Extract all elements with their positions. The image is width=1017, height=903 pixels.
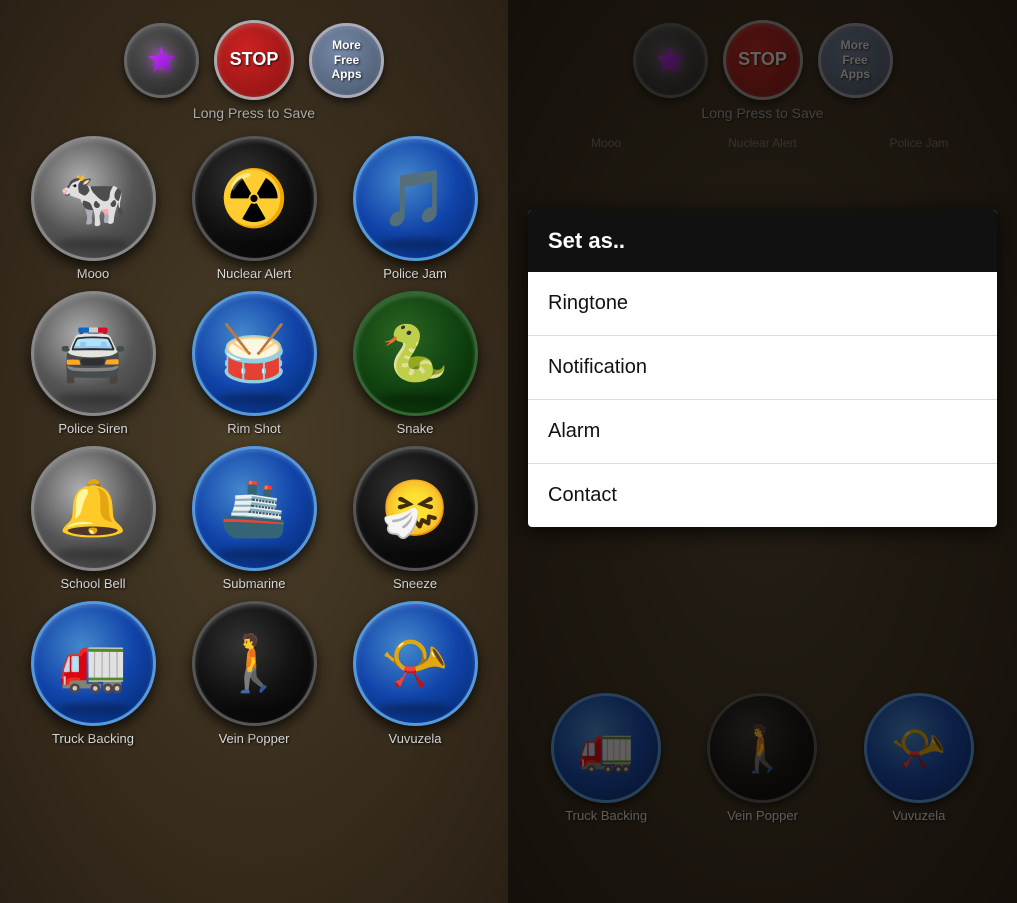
popup-menu: Set as.. Ringtone Notification Alarm Con…: [528, 210, 997, 527]
sound-item-mooo[interactable]: 🐄 Mooo: [15, 136, 171, 281]
more-apps-button[interactable]: MoreFreeApps: [309, 23, 384, 98]
police-siren-button[interactable]: 🚔: [31, 291, 156, 416]
police-jam-label: Police Jam: [383, 266, 447, 281]
snake-button[interactable]: 🐍: [353, 291, 478, 416]
mooo-button[interactable]: 🐄: [31, 136, 156, 261]
submarine-icon: 🚢: [220, 481, 288, 536]
sound-item-police-siren[interactable]: 🚔 Police Siren: [15, 291, 171, 436]
truck-backing-icon: 🚛: [59, 636, 127, 691]
snake-icon: 🐍: [381, 326, 449, 381]
long-press-hint: Long Press to Save: [193, 105, 315, 121]
nuclear-alert-icon: ☢️: [220, 171, 288, 226]
sound-item-truck-backing[interactable]: 🚛 Truck Backing: [15, 601, 171, 746]
right-panel: ★ STOP MoreFreeApps Long Press to Save M…: [508, 0, 1017, 903]
sound-item-school-bell[interactable]: 🔔 School Bell: [15, 446, 171, 591]
stop-label: STOP: [230, 50, 279, 70]
sound-item-nuclear-alert[interactable]: ☢️ Nuclear Alert: [176, 136, 332, 281]
star-icon: ★: [145, 39, 177, 81]
alarm-option[interactable]: Alarm: [528, 400, 997, 464]
stop-button[interactable]: STOP: [214, 20, 294, 100]
contact-option[interactable]: Contact: [528, 464, 997, 527]
notification-option[interactable]: Notification: [528, 336, 997, 400]
nuclear-alert-label: Nuclear Alert: [217, 266, 291, 281]
sneeze-icon: 🤧: [381, 481, 449, 536]
popup-header: Set as..: [528, 210, 997, 272]
mooo-label: Mooo: [77, 266, 110, 281]
sound-item-submarine[interactable]: 🚢 Submarine: [176, 446, 332, 591]
police-jam-icon: 🎵: [381, 171, 449, 226]
truck-backing-button[interactable]: 🚛: [31, 601, 156, 726]
vuvuzela-button[interactable]: 📯: [353, 601, 478, 726]
nuclear-alert-button[interactable]: ☢️: [192, 136, 317, 261]
vein-popper-button[interactable]: 🚶: [192, 601, 317, 726]
sound-item-sneeze[interactable]: 🤧 Sneeze: [337, 446, 493, 591]
submarine-button[interactable]: 🚢: [192, 446, 317, 571]
sneeze-label: Sneeze: [393, 576, 437, 591]
vuvuzela-icon: 📯: [381, 636, 449, 691]
more-apps-label: MoreFreeApps: [332, 38, 362, 81]
police-siren-icon: 🚔: [59, 326, 127, 381]
favorites-button[interactable]: ★: [124, 23, 199, 98]
mooo-icon: 🐄: [59, 171, 127, 226]
sound-item-vein-popper[interactable]: 🚶 Vein Popper: [176, 601, 332, 746]
vein-popper-icon: 🚶: [220, 636, 288, 691]
rim-shot-button[interactable]: 🥁: [192, 291, 317, 416]
sound-item-vuvuzela[interactable]: 📯 Vuvuzela: [337, 601, 493, 746]
submarine-label: Submarine: [223, 576, 286, 591]
sound-item-snake[interactable]: 🐍 Snake: [337, 291, 493, 436]
sound-item-police-jam[interactable]: 🎵 Police Jam: [337, 136, 493, 281]
snake-label: Snake: [397, 421, 434, 436]
school-bell-button[interactable]: 🔔: [31, 446, 156, 571]
police-siren-label: Police Siren: [58, 421, 127, 436]
vein-popper-label: Vein Popper: [219, 731, 290, 746]
rim-shot-label: Rim Shot: [227, 421, 280, 436]
sneeze-button[interactable]: 🤧: [353, 446, 478, 571]
toolbar: ★ STOP MoreFreeApps: [124, 20, 384, 100]
police-jam-button[interactable]: 🎵: [353, 136, 478, 261]
rim-shot-icon: 🥁: [220, 326, 288, 381]
truck-backing-label: Truck Backing: [52, 731, 134, 746]
sound-item-rim-shot[interactable]: 🥁 Rim Shot: [176, 291, 332, 436]
sound-grid: 🐄 Mooo ☢️ Nuclear Alert 🎵 Police Jam 🚔 P…: [10, 136, 498, 746]
left-panel: ★ STOP MoreFreeApps Long Press to Save 🐄…: [0, 0, 508, 903]
school-bell-label: School Bell: [60, 576, 125, 591]
vuvuzela-label: Vuvuzela: [389, 731, 442, 746]
school-bell-icon: 🔔: [59, 481, 127, 536]
ringtone-option[interactable]: Ringtone: [528, 272, 997, 336]
